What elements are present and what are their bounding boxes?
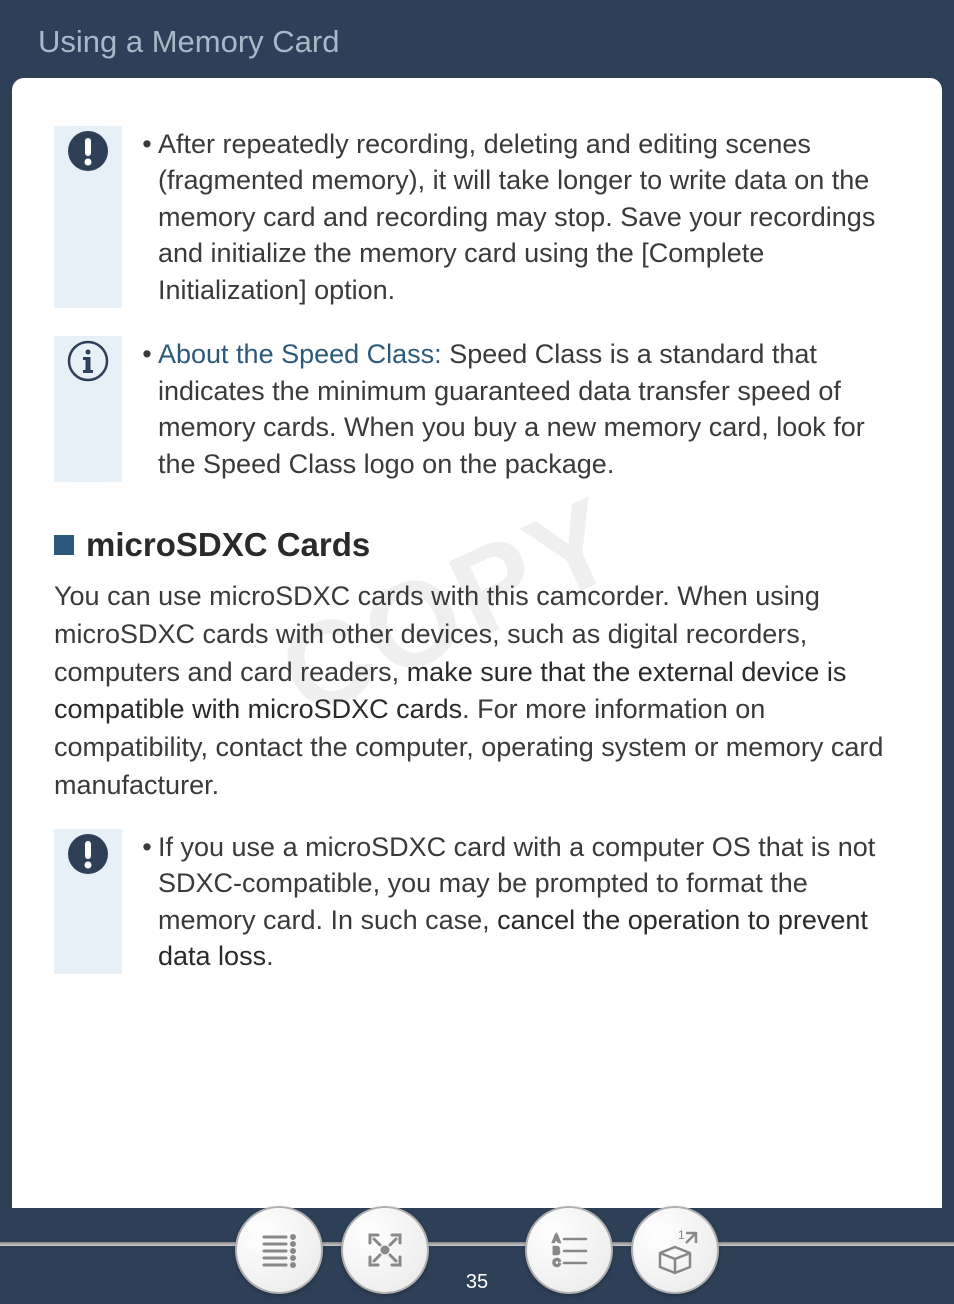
page-header: Using a Memory Card [0, 0, 954, 78]
fullscreen-icon [362, 1227, 408, 1273]
warning-note-1-text: After repeatedly recording, deleting and… [158, 126, 900, 308]
index-icon: A B C [546, 1227, 592, 1273]
info-highlight: About the Speed Class: [158, 339, 442, 369]
warning-icon-column [54, 126, 122, 308]
bullet: • [136, 126, 158, 308]
toc-icon [256, 1227, 302, 1273]
section-body: You can use microSDXC cards with this ca… [54, 578, 900, 805]
index-button[interactable]: A B C [525, 1206, 613, 1294]
warning-note-2-text: If you use a microSDXC card with a compu… [158, 829, 900, 975]
package-button[interactable]: 1 [631, 1206, 719, 1294]
w2-after: . [266, 941, 274, 971]
warning-icon [67, 833, 109, 875]
info-icon-column [54, 336, 122, 482]
section-title: microSDXC Cards [86, 526, 370, 564]
bullet: • [136, 336, 158, 482]
svg-text:B: B [553, 1246, 560, 1257]
info-note-1: • About the Speed Class: Speed Class is … [54, 336, 900, 482]
header-title: Using a Memory Card [38, 24, 339, 59]
section-heading: microSDXC Cards [54, 526, 900, 564]
warning-note-1-content: • After repeatedly recording, deleting a… [122, 126, 900, 308]
warning-icon [67, 130, 109, 172]
page-content: COPY • After repeatedly recording, delet… [12, 78, 942, 1208]
section-marker-icon [54, 535, 74, 555]
svg-text:A: A [553, 1234, 560, 1245]
package-icon: 1 [650, 1225, 700, 1275]
warning-note-1: • After repeatedly recording, deleting a… [54, 126, 900, 308]
info-note-1-text: About the Speed Class: Speed Class is a … [158, 336, 900, 482]
svg-text:1: 1 [678, 1228, 685, 1242]
info-note-1-content: • About the Speed Class: Speed Class is … [122, 336, 900, 482]
svg-text:C: C [553, 1258, 560, 1269]
toc-button[interactable] [235, 1206, 323, 1294]
bullet: • [136, 829, 158, 975]
warning-icon-column [54, 829, 122, 975]
warning-note-2: • If you use a microSDXC card with a com… [54, 829, 900, 975]
info-icon [67, 340, 109, 382]
page-number: 35 [450, 1267, 504, 1298]
fullscreen-button[interactable] [341, 1206, 429, 1294]
warning-note-2-content: • If you use a microSDXC card with a com… [122, 829, 900, 975]
